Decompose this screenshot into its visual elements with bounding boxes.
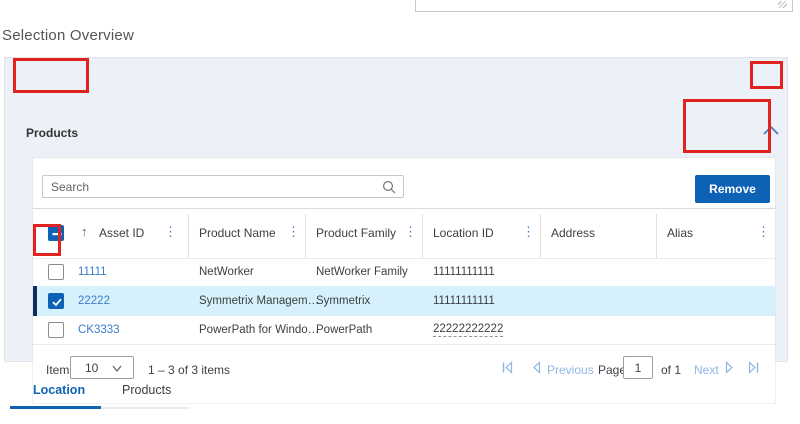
column-divider (188, 214, 189, 258)
asset-id-link[interactable]: CK3333 (78, 324, 120, 336)
table-header: ↑ Asset ID ⋮ Product Name ⋮ Product Fami… (33, 208, 775, 258)
cell-location-id: 11111111111 (433, 295, 495, 307)
chevron-down-icon (111, 364, 123, 373)
column-menu-icon[interactable]: ⋮ (164, 224, 177, 240)
active-tab-underline (10, 406, 101, 409)
column-divider (422, 214, 423, 258)
tab-track (101, 407, 190, 409)
tab-products[interactable]: Products (122, 383, 171, 397)
column-menu-icon[interactable]: ⋮ (757, 224, 770, 240)
cell-product-family: PowerPath (316, 324, 372, 336)
row-checkbox[interactable] (48, 264, 64, 280)
column-menu-icon[interactable]: ⋮ (522, 224, 535, 240)
items-per-page-value: 10 (85, 361, 98, 375)
row-checkbox[interactable] (48, 293, 64, 309)
column-header-asset-id[interactable]: Asset ID (99, 226, 144, 240)
column-header-product-name[interactable]: Product Name (199, 226, 276, 240)
cell-product-family: Symmetrix (316, 295, 370, 307)
asset-id-link[interactable]: 22222 (78, 295, 110, 307)
products-panel: Products Remove ↑ (4, 57, 788, 362)
asset-id-link[interactable]: 11111 (78, 266, 107, 278)
column-header-location-id[interactable]: Location ID (433, 226, 494, 240)
panel-title: Products (26, 126, 78, 140)
check-icon (50, 295, 64, 309)
column-header-address[interactable]: Address (551, 226, 595, 240)
cell-product-name: Symmetrix Managem… (199, 295, 319, 307)
search-icon[interactable] (382, 180, 396, 199)
cell-product-family: NetWorker Family (316, 266, 408, 278)
page: Selection Overview Products Remove (0, 0, 800, 424)
cell-location-id: 22222222222 (433, 323, 503, 337)
cell-product-name: PowerPath for Windo… (199, 324, 319, 336)
collapse-button[interactable] (759, 123, 785, 143)
resize-grip-icon[interactable] (778, 1, 787, 8)
column-header-product-family[interactable]: Product Family (316, 226, 396, 240)
page-title: Selection Overview (2, 27, 134, 44)
search-box (42, 175, 404, 198)
chevron-up-icon (759, 126, 783, 143)
column-header-alias[interactable]: Alias (667, 226, 693, 240)
indeterminate-icon (50, 227, 64, 241)
search-input[interactable] (51, 176, 381, 197)
row-checkbox[interactable] (48, 322, 64, 338)
cell-product-name: NetWorker (199, 266, 254, 278)
column-menu-icon[interactable]: ⋮ (404, 224, 417, 240)
tab-location[interactable]: Location (33, 383, 85, 397)
column-divider (656, 214, 657, 258)
table-row[interactable]: CK3333 PowerPath for Windo… PowerPath 22… (33, 316, 775, 344)
table-row[interactable]: 11111 NetWorker NetWorker Family 1111111… (33, 258, 775, 286)
products-card: Remove ↑ Asset ID ⋮ Product Name ⋮ Produ… (33, 158, 775, 403)
select-all-checkbox[interactable] (48, 225, 64, 241)
bottom-tabs: Location Products (0, 375, 800, 415)
cell-location-id: 11111111111 (433, 266, 495, 278)
remove-button[interactable]: Remove (695, 175, 770, 203)
table-row[interactable]: 22222 Symmetrix Managem… Symmetrix 11111… (33, 286, 775, 316)
column-menu-icon[interactable]: ⋮ (287, 224, 300, 240)
textarea-fragment[interactable] (415, 0, 793, 12)
sort-asc-icon[interactable]: ↑ (81, 224, 88, 239)
column-divider (540, 214, 541, 258)
column-divider (305, 214, 306, 258)
